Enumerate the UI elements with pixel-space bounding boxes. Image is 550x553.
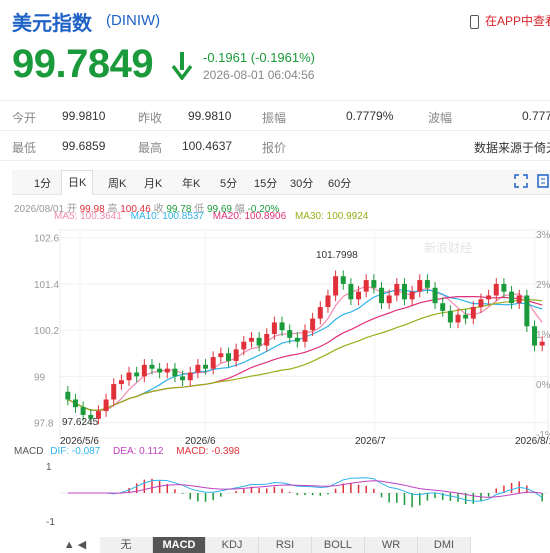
candle (172, 368, 178, 377)
candle (532, 326, 538, 346)
candle (440, 303, 446, 311)
scroll-arrows[interactable]: ▲ ◀ (50, 537, 101, 553)
indicator-tab-none[interactable]: 无 (100, 537, 153, 553)
candle (118, 380, 124, 385)
candle (225, 353, 231, 361)
candle (210, 357, 216, 369)
candle (363, 280, 369, 292)
watermark: 新浪财经 (424, 240, 472, 255)
indicator-tab-boll[interactable]: BOLL (312, 537, 365, 553)
indicator-tab-kdj[interactable]: KDJ (206, 537, 259, 553)
candle (134, 372, 140, 377)
high-annotation: 101.7998 (316, 250, 358, 261)
right-tick-label: 3% (536, 230, 550, 241)
candle (424, 280, 430, 288)
candle (203, 364, 209, 369)
candle (279, 322, 285, 331)
candle (386, 295, 392, 304)
macd-value: MACD: -0.398 (176, 446, 240, 457)
candle (126, 372, 132, 381)
candle (333, 276, 339, 296)
candle (401, 283, 407, 300)
indicator-tab-macd[interactable]: MACD (153, 537, 206, 553)
candle (294, 337, 300, 342)
right-tick-label: 2% (536, 280, 550, 291)
x-tick-label: 2026/7 (355, 436, 386, 447)
candle (111, 384, 117, 400)
indicator-tab-wr[interactable]: WR (365, 537, 418, 553)
y-tick-label: 102.6 (34, 234, 59, 245)
y-tick-label: 99 (34, 372, 46, 383)
candle (80, 407, 86, 415)
x-tick-label: 2026/8/1 (515, 436, 550, 447)
candle (256, 337, 262, 346)
candle (164, 368, 170, 373)
candle (233, 349, 239, 361)
candle (241, 341, 247, 350)
candle (218, 353, 224, 358)
kline-chart[interactable]: 102.6101.4100.29997.83%2%1%0%-1%2026/5/6… (0, 0, 550, 553)
candle (539, 341, 545, 346)
indicator-tab-rsi[interactable]: RSI (259, 537, 312, 553)
macd-title: MACD (14, 446, 44, 457)
candle (394, 283, 400, 296)
candle (486, 295, 492, 300)
candle (317, 307, 323, 319)
candle (493, 283, 499, 296)
candle (195, 364, 201, 373)
candle (325, 295, 331, 308)
right-tick-label: 1% (536, 330, 550, 341)
candle (302, 330, 308, 342)
candle (470, 307, 476, 319)
y-tick-label: 101.4 (34, 280, 59, 291)
candle (141, 364, 147, 377)
candle (501, 283, 507, 292)
y-tick-label: 100.2 (34, 326, 59, 337)
candle (348, 283, 354, 300)
y-tick-label: 97.8 (34, 419, 54, 430)
candle (187, 372, 193, 381)
candle (149, 364, 155, 369)
indicator-tabs: ▲ ◀ 无 MACD KDJ RSI BOLL WR DMI (50, 537, 550, 553)
macd-dif: DIF: -0.087 (50, 446, 101, 457)
right-tick-label: 0% (536, 380, 550, 391)
candle (65, 391, 71, 400)
candle (157, 368, 163, 373)
candle (516, 295, 522, 304)
candle (371, 280, 377, 288)
macd-tick-label: 1 (46, 462, 52, 473)
candle (447, 310, 453, 323)
candle (409, 291, 415, 300)
macd-dea: DEA: 0.112 (113, 446, 164, 457)
candle (463, 314, 469, 319)
candle (509, 291, 515, 304)
candle (356, 291, 362, 300)
candle (72, 399, 78, 408)
candle (340, 276, 346, 284)
ma5-line (67, 285, 543, 411)
candle (455, 314, 461, 323)
candle (379, 287, 385, 304)
candle (310, 318, 316, 331)
candle (264, 334, 270, 346)
macd-legend: MACD DIF: -0.087 DEA: 0.112 MACD: -0.398 (14, 446, 240, 457)
low-annotation: 97.6245 (62, 417, 99, 428)
candle (478, 299, 484, 308)
candle (103, 399, 109, 412)
indicator-tab-dmi[interactable]: DMI (418, 537, 471, 553)
candle (524, 295, 530, 327)
dif-line (67, 477, 543, 502)
candle (271, 322, 277, 334)
candle (248, 337, 254, 342)
macd-tick-label: -1 (46, 517, 55, 528)
candle (180, 376, 186, 381)
candle (287, 330, 293, 338)
candle (432, 287, 438, 304)
candle (417, 280, 423, 292)
